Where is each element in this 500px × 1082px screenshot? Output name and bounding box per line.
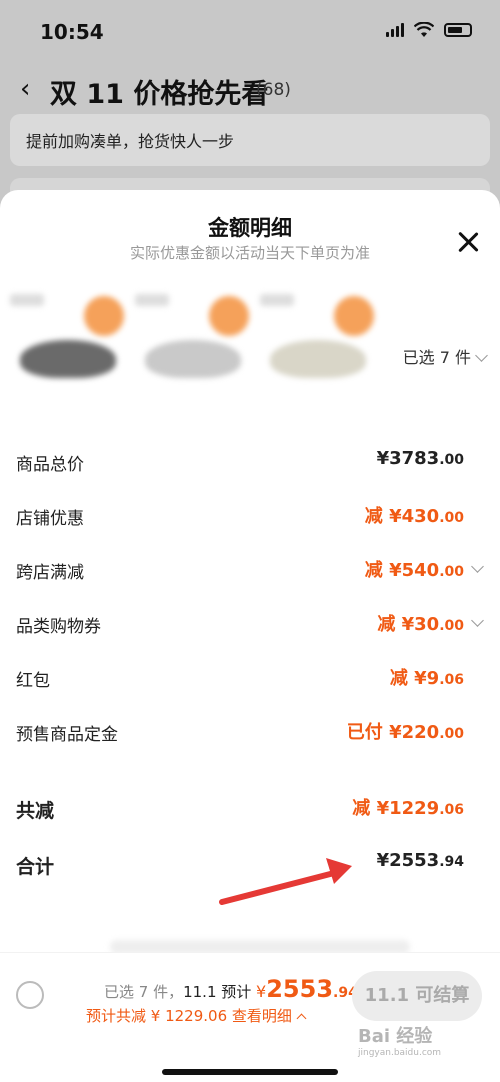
promo-banner-text: 提前加购凑单，抢货快人一步 [26,132,235,151]
signal-icon [386,23,404,37]
grand-total-label: 合计 [16,856,55,878]
promo-banner[interactable]: 提前加购凑单，抢货快人一步 [10,114,490,166]
wifi-icon [414,22,434,37]
price-row-value: ¥3783.00 [376,448,464,469]
price-row-label: 预售商品定金 [16,725,118,745]
home-indicator [162,1069,338,1075]
price-row: 预售商品定金 已付 ¥220.00 [0,712,500,752]
item-count: (68) [256,80,291,100]
product-thumbnail [10,286,130,416]
price-row-label: 店铺优惠 [16,509,84,529]
chevron-left-icon[interactable]: ‹ [20,74,30,104]
close-icon[interactable] [456,230,480,254]
red-arrow-annotation [219,858,352,905]
price-row-label: 红包 [16,671,50,691]
grand-total-value: ¥2553.94 [376,850,464,871]
price-row: 红包 减 ¥9.06 [0,658,500,698]
chevron-down-icon [471,614,484,627]
price-row-value: 减 ¥9.06 [389,668,464,689]
total-discount-row: 共减 减 ¥1229.06 [0,788,500,828]
chevron-down-icon [471,560,484,573]
price-row-value: 减 ¥30.00 [377,614,464,635]
price-row: 店铺优惠 减 ¥430.00 [0,496,500,536]
chevron-up-icon [296,1013,307,1024]
price-row: 商品总价 ¥3783.00 [0,442,500,482]
amount-details-sheet: 金额明细 实际优惠金额以活动当天下单页为准 已选 7 件 商品总价 ¥3783.0… [0,190,500,1082]
product-thumbnail [260,286,380,416]
sheet-title: 金额明细 [208,216,292,240]
status-time: 10:54 [40,20,104,44]
selected-items-toggle[interactable]: 已选 7 件 [402,344,488,368]
chevron-down-icon [475,349,488,362]
checkout-bar: 已选 7 件，11.1 预计 ¥2553.94 预计共减 ¥ 1229.06 查… [0,952,500,1082]
price-row-label: 品类购物券 [16,617,101,637]
status-bar: 10:54 [0,0,500,64]
battery-icon [444,23,472,37]
view-details-link[interactable]: 预计共减 ¥ 1229.06 查看明细 [86,1005,307,1026]
total-discount-label: 共减 [16,800,55,822]
select-all-radio[interactable] [16,981,44,1009]
selected-items-label: 已选 7 件 [402,348,471,367]
page-header: ‹ 双 11 价格抢先看 (68) [0,68,500,112]
price-row[interactable]: 品类购物券 减 ¥30.00 [0,604,500,644]
price-row-value: 已付 ¥220.00 [346,722,464,743]
status-icons [386,22,472,38]
product-thumbnails[interactable] [10,286,380,416]
page-title: 双 11 价格抢先看 [50,79,269,110]
price-row-label: 跨店满减 [16,563,84,583]
price-row-value: 减 ¥540.00 [364,560,464,581]
price-row-label: 商品总价 [16,455,84,475]
presale-summary: 已选 7 件，11.1 预计 ¥2553.94 [104,975,358,1003]
sheet-subtitle: 实际优惠金额以活动当天下单页为准 [129,244,370,262]
checkout-button[interactable]: 11.1 可结算 [352,971,482,1021]
price-row-value: 减 ¥430.00 [364,506,464,527]
price-row[interactable]: 跨店满减 减 ¥540.00 [0,550,500,590]
watermark-logo: Bai 经验 jingyan.baidu.com [358,1026,442,1058]
total-discount-value: 减 ¥1229.06 [352,798,464,819]
product-thumbnail [135,286,255,416]
